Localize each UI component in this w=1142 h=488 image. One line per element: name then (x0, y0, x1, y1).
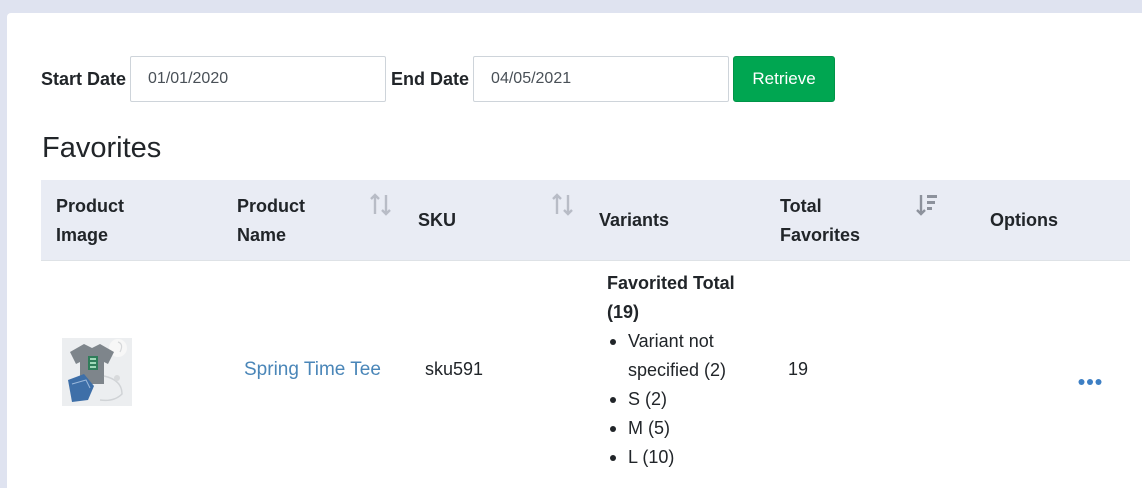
section-title: Favorites (42, 132, 162, 164)
favorites-table: Product Image Product Name SKU Variants … (41, 180, 1130, 488)
start-date-label: Start Date (41, 68, 127, 89)
sku-cell: sku591 (425, 359, 484, 379)
column-header-variants: Variants (599, 210, 670, 230)
variants-title: Favorited Total (19) (607, 273, 735, 322)
column-header-sku[interactable]: SKU (418, 180, 568, 261)
list-item: S (2) (607, 385, 757, 414)
start-date-input[interactable] (130, 56, 387, 102)
date-filter-bar: Start Date End Date Retrieve (41, 56, 836, 102)
table-header: Product Image Product Name SKU Variants … (41, 180, 1130, 261)
column-header-options: Options (990, 210, 1058, 230)
list-item: M (5) (607, 414, 757, 443)
table-row: Spring Time Tee sku591 Favorited Total (… (41, 261, 1130, 488)
variants-cell: Favorited Total (19) Variant not specifi… (607, 269, 757, 472)
sort-icon[interactable] (552, 193, 574, 217)
sort-descending-icon[interactable] (916, 193, 938, 217)
list-item: L (10) (607, 443, 757, 472)
sort-icon[interactable] (370, 193, 392, 217)
end-date-label: End Date (391, 68, 470, 89)
list-item: Variant not specified (2) (607, 327, 757, 385)
column-header-product-image: Product Image (56, 195, 125, 245)
end-date-input[interactable] (473, 56, 730, 102)
variants-list: Variant not specified (2) S (2) M (5) L … (607, 327, 757, 472)
tshirt-flatlay-image (62, 338, 132, 406)
product-name-link[interactable]: Spring Time Tee (244, 359, 381, 380)
retrieve-button[interactable]: Retrieve (733, 56, 836, 102)
favorites-card: Start Date End Date Retrieve Favorites P… (7, 13, 1142, 488)
total-favorites-cell: 19 (788, 359, 809, 379)
ellipsis-icon[interactable] (1078, 378, 1102, 386)
product-name-cell: Spring Time Tee (244, 359, 381, 381)
